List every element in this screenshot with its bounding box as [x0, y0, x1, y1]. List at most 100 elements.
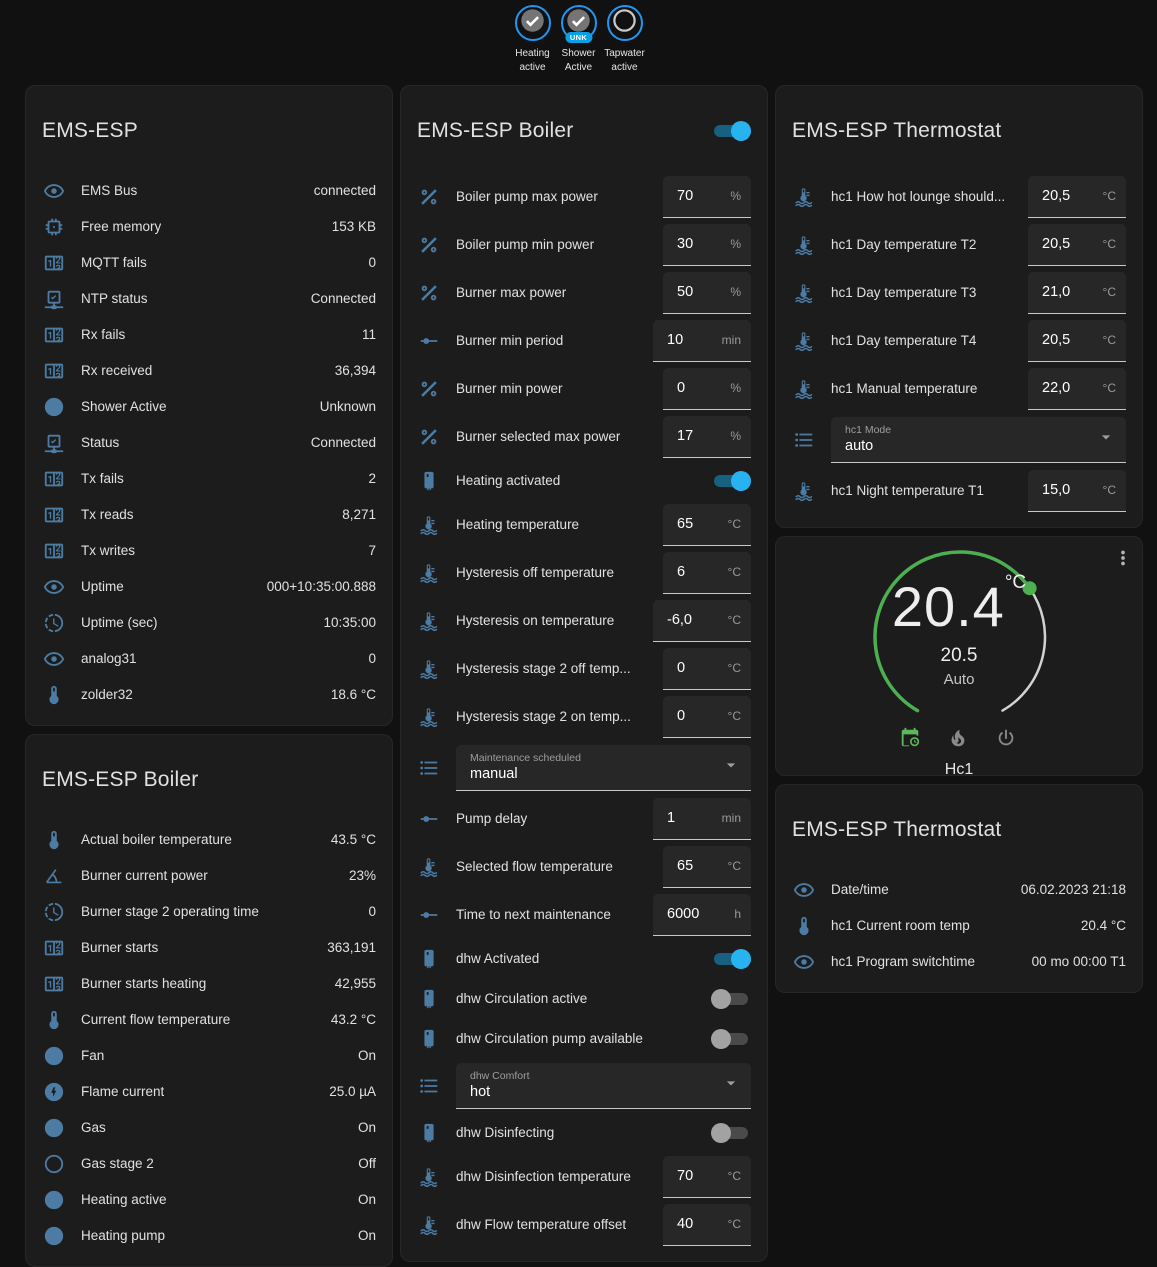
- entity-label: MQTT fails: [81, 255, 147, 270]
- entity-row[interactable]: Heating active On: [26, 1182, 392, 1218]
- entity-row[interactable]: Gas stage 2 Off: [26, 1146, 392, 1182]
- number-input[interactable]: 0 %: [663, 368, 751, 410]
- entity-row[interactable]: Fan On: [26, 1038, 392, 1074]
- entity-row: dhw Disinfecting: [401, 1113, 767, 1153]
- entity-label: Boiler pump min power: [456, 237, 594, 252]
- entity-label: Selected flow temperature: [456, 859, 613, 874]
- number-input[interactable]: 6 °C: [663, 552, 751, 594]
- entity-row[interactable]: Current flow temperature 43.2 °C: [26, 1002, 392, 1038]
- entity-row[interactable]: Burner starts heating 42,955: [26, 966, 392, 1002]
- number-input[interactable]: 17 %: [663, 416, 751, 458]
- entity-row[interactable]: Gas On: [26, 1110, 392, 1146]
- select-value: manual: [470, 766, 581, 782]
- entity-row[interactable]: Rx fails 11: [26, 317, 392, 353]
- number-input[interactable]: 20,5 °C: [1028, 176, 1126, 218]
- entity-row[interactable]: Tx fails 2: [26, 461, 392, 497]
- number-value: 30: [677, 236, 693, 252]
- entity-row[interactable]: Burner starts 363,191: [26, 930, 392, 966]
- number-input[interactable]: 22,0 °C: [1028, 368, 1126, 410]
- number-input[interactable]: 1 min: [653, 798, 751, 840]
- toggle-switch[interactable]: [711, 1121, 751, 1145]
- entity-row[interactable]: MQTT fails 0: [26, 245, 392, 281]
- select-input[interactable]: hc1 Mode auto: [831, 417, 1126, 463]
- number-input[interactable]: -6,0 °C: [653, 600, 751, 642]
- entity-row: dhw Disinfection temperature 70 °C: [401, 1153, 767, 1201]
- entity-row[interactable]: Uptime (sec) 10:35:00: [26, 605, 392, 641]
- number-input[interactable]: 20,5 °C: [1028, 320, 1126, 362]
- card: EMS-ESP Boiler Boiler pump max power 70 …: [400, 85, 768, 1262]
- number-input[interactable]: 6000 h: [653, 894, 751, 936]
- entity-row[interactable]: Shower Active Unknown: [26, 389, 392, 425]
- status-badge[interactable]: Heating active: [511, 5, 555, 75]
- number-input[interactable]: 65 °C: [663, 504, 751, 546]
- toggle-switch[interactable]: [711, 469, 751, 493]
- number-input[interactable]: 0 °C: [663, 696, 751, 738]
- number-unit: °C: [728, 859, 741, 873]
- number-value: 10: [667, 332, 683, 348]
- card: EMS-ESP Boiler Actual boiler temperature…: [25, 734, 393, 1267]
- toggle-switch[interactable]: [711, 947, 751, 971]
- entity-row[interactable]: Burner current power 23%: [26, 858, 392, 894]
- number-input[interactable]: 70 °C: [663, 1156, 751, 1198]
- thermostat-dial[interactable]: 20.4°C 20.5 Auto: [776, 537, 1142, 725]
- status-badge[interactable]: Tapwater active: [603, 5, 647, 75]
- number-input[interactable]: 65 °C: [663, 846, 751, 888]
- card-header-toggle[interactable]: [711, 119, 751, 143]
- number-input[interactable]: 0 °C: [663, 648, 751, 690]
- toggle-switch[interactable]: [711, 1027, 751, 1051]
- number-input[interactable]: 10 min: [653, 320, 751, 362]
- entity-row[interactable]: Rx received 36,394: [26, 353, 392, 389]
- entity-row: Pump delay 1 min: [401, 795, 767, 843]
- entity-row[interactable]: Status Connected: [26, 425, 392, 461]
- entity-label: Hysteresis stage 2 off temp...: [456, 661, 631, 676]
- number-input[interactable]: 40 °C: [663, 1204, 751, 1246]
- select-input[interactable]: dhw Comfort hot: [456, 1063, 751, 1109]
- entity-row: Hysteresis stage 2 on temp... 0 °C: [401, 693, 767, 741]
- percent-icon: [417, 425, 441, 449]
- entity-label: dhw Circulation pump available: [456, 1031, 643, 1046]
- entity-row[interactable]: hc1 Current room temp 20.4 °C: [776, 908, 1142, 944]
- entity-row[interactable]: EMS Bus connected: [26, 173, 392, 209]
- entity-row[interactable]: Tx writes 7: [26, 533, 392, 569]
- entity-label: Free memory: [81, 219, 161, 234]
- number-input[interactable]: 21,0 °C: [1028, 272, 1126, 314]
- select-input[interactable]: Maintenance scheduled manual: [456, 745, 751, 791]
- number-value: 50: [677, 284, 693, 300]
- entity-label: Rx received: [81, 363, 152, 378]
- entity-row[interactable]: Uptime 000+10:35:00.888: [26, 569, 392, 605]
- number-value: 6000: [667, 906, 699, 922]
- number-input[interactable]: 30 %: [663, 224, 751, 266]
- percent-icon: [417, 233, 441, 257]
- entity-row[interactable]: Heating pump On: [26, 1218, 392, 1254]
- entity-row[interactable]: Date/time 06.02.2023 21:18: [776, 872, 1142, 908]
- entity-row[interactable]: zolder32 18.6 °C: [26, 677, 392, 713]
- entity-row[interactable]: Tx reads 8,271: [26, 497, 392, 533]
- calendar-clock-icon[interactable]: [899, 727, 923, 751]
- entity-row[interactable]: NTP status Connected: [26, 281, 392, 317]
- entity-row[interactable]: analog31 0: [26, 641, 392, 677]
- number-input[interactable]: 15,0 °C: [1028, 470, 1126, 512]
- thermo-waves-icon: [792, 479, 816, 503]
- entity-row[interactable]: Actual boiler temperature 43.5 °C: [26, 822, 392, 858]
- entity-row[interactable]: hc1 Program switchtime 00 mo 00:00 T1: [776, 944, 1142, 980]
- number-input[interactable]: 20,5 °C: [1028, 224, 1126, 266]
- fire-icon[interactable]: [947, 727, 971, 751]
- entity-row[interactable]: Burner stage 2 operating time 0: [26, 894, 392, 930]
- entity-row[interactable]: Free memory 153 KB: [26, 209, 392, 245]
- entity-value: Connected: [303, 435, 376, 450]
- power-icon[interactable]: [995, 727, 1019, 751]
- entity-value: On: [350, 1192, 376, 1207]
- badge-circle: [607, 5, 643, 41]
- entity-value: Unknown: [312, 399, 376, 414]
- list-icon: [792, 428, 816, 452]
- entity-value: 00 mo 00:00 T1: [1024, 954, 1126, 969]
- number-input[interactable]: 50 %: [663, 272, 751, 314]
- toggle-switch[interactable]: [711, 987, 751, 1011]
- thermo-waves-icon: [417, 855, 441, 879]
- number-unit: °C: [728, 709, 741, 723]
- status-badge[interactable]: UNK Shower Active: [557, 5, 601, 75]
- eye-icon: [42, 575, 66, 599]
- number-input[interactable]: 70 %: [663, 176, 751, 218]
- entity-row[interactable]: Flame current 25.0 µA: [26, 1074, 392, 1110]
- number-unit: °C: [728, 613, 741, 627]
